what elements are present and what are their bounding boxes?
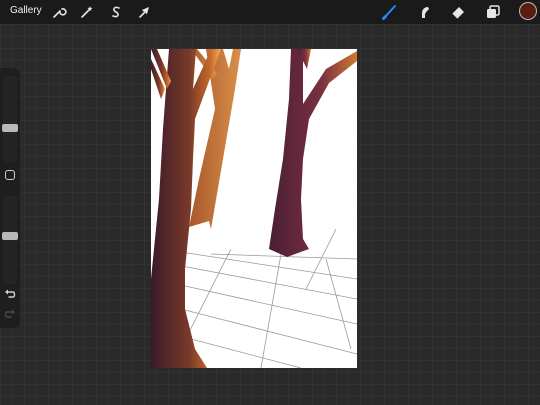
top-toolbar: Gallery [0,0,540,24]
square-modify-icon[interactable] [5,170,15,180]
eraser-icon[interactable] [449,3,467,21]
actions-wrench-icon[interactable] [50,3,68,21]
brush-size-slider[interactable] [2,76,18,162]
artwork [151,49,357,368]
selection-s-icon[interactable] [107,3,125,21]
redo-icon[interactable] [3,308,17,320]
brush-size-thumb[interactable] [2,124,18,132]
back-tree [189,49,241,229]
gallery-button[interactable]: Gallery [10,5,42,16]
smudge-icon[interactable] [415,3,433,21]
opacity-slider[interactable] [2,196,18,284]
adjustments-wand-icon[interactable] [78,3,96,21]
brush-icon[interactable] [381,3,399,21]
transform-arrow-icon[interactable] [136,3,154,21]
left-sidebar [0,68,20,328]
color-picker-swatch[interactable] [519,2,537,20]
opacity-thumb[interactable] [2,232,18,240]
layers-icon[interactable] [484,3,502,21]
undo-icon[interactable] [3,288,17,300]
drawing-canvas[interactable] [151,49,357,368]
right-tree [269,49,357,257]
